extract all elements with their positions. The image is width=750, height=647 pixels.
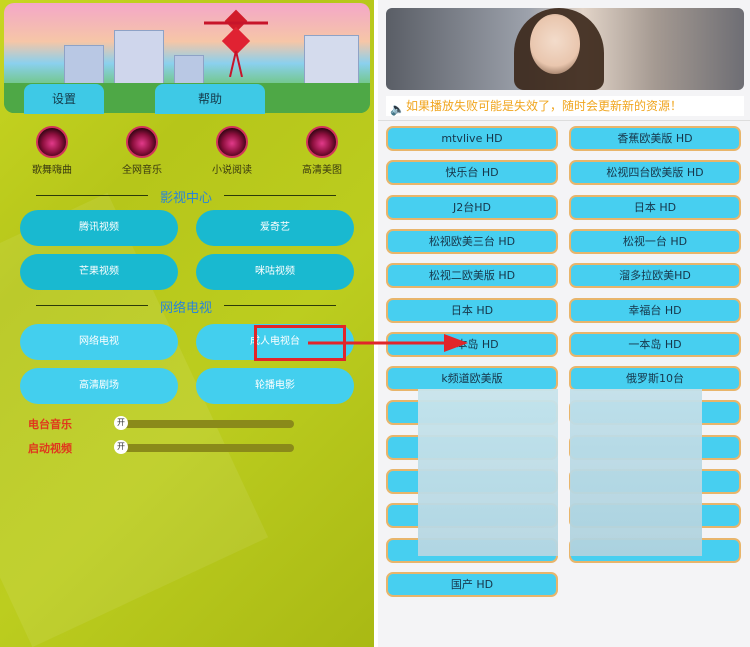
tencent-video-button[interactable]: 腾讯视频 — [20, 210, 178, 246]
migu-video-button[interactable]: 咪咕视频 — [196, 254, 354, 290]
channel-button[interactable]: 松视四台欧美版 HD — [569, 160, 741, 186]
divider — [378, 120, 750, 121]
section-title-video: 影视中心 — [36, 187, 336, 206]
radio-music-toggle-knob[interactable]: 开 — [114, 416, 128, 430]
menu-item-novel[interactable] — [212, 126, 252, 160]
settings-button[interactable]: 设置 — [24, 84, 104, 114]
channel-button[interactable]: 幸福台 HD — [569, 297, 741, 323]
image-ring-icon — [306, 126, 338, 158]
section-title-tv: 网络电视 — [36, 297, 336, 316]
music-ring-icon — [36, 126, 68, 158]
radio-music-toggle[interactable] — [118, 420, 294, 428]
right-banner-image — [386, 8, 744, 90]
left-app-panel: 设置 帮助 歌舞嗨曲 全网音乐 小说阅读 高清美图 影视中心 腾讯视频 爱奇艺 … — [0, 0, 374, 647]
menu-label-novel: 小说阅读 — [212, 165, 252, 176]
music-ring-icon — [126, 126, 158, 158]
channel-button[interactable]: 松视一台 HD — [569, 228, 741, 254]
channel-button[interactable]: 一本岛 HD — [569, 331, 741, 357]
iqiyi-button[interactable]: 爱奇艺 — [196, 210, 354, 246]
channel-button[interactable]: 日本 HD — [569, 194, 741, 220]
channel-button[interactable]: mtvlive HD — [386, 126, 558, 151]
book-ring-icon — [216, 126, 248, 158]
menu-item-dance[interactable] — [32, 126, 72, 160]
right-channel-panel: 🔈 如果播放失败可能是失效了，随时会更新新的资源！ mtvlive HD 香蕉欧美… — [378, 0, 750, 647]
speaker-icon: 🔈 — [390, 102, 405, 116]
menu-label-music: 全网音乐 — [122, 165, 162, 176]
channel-button[interactable]: 松视欧美三台 HD — [386, 228, 558, 254]
hd-theater-button[interactable]: 高清剧场 — [20, 368, 178, 404]
startup-video-label: 启动视频 — [28, 442, 72, 455]
menu-item-music[interactable] — [122, 126, 162, 160]
channel-button[interactable]: 香蕉欧美版 HD — [569, 126, 741, 151]
channel-button[interactable]: 快乐台 HD — [386, 160, 558, 186]
startup-video-toggle[interactable] — [118, 444, 294, 452]
radio-music-label: 电台音乐 — [28, 418, 72, 431]
startup-video-toggle-knob[interactable]: 开 — [114, 440, 128, 454]
channel-button[interactable]: 松视二欧美版 HD — [386, 263, 558, 289]
channel-button[interactable]: 俄罗斯10台 — [569, 366, 741, 392]
help-button[interactable]: 帮助 — [155, 84, 265, 114]
channel-button[interactable]: 国产 HD — [386, 571, 558, 597]
channel-button[interactable]: J2台HD — [386, 194, 558, 220]
channel-button[interactable]: 溜多拉欧美HD — [569, 263, 741, 289]
mango-video-button[interactable]: 芒果视频 — [20, 254, 178, 290]
menu-item-photos[interactable] — [302, 126, 342, 160]
notice-text: 如果播放失败可能是失效了，随时会更新新的资源！ — [406, 99, 683, 113]
arrow-icon — [308, 334, 468, 352]
notice-bar: 🔈 如果播放失败可能是失效了，随时会更新新的资源！ — [386, 96, 744, 116]
blur-overlay-right — [570, 389, 702, 556]
channel-button[interactable]: 日本 HD — [386, 297, 558, 323]
channel-button[interactable]: k频道欧美版 — [386, 366, 558, 392]
menu-label-photos: 高清美图 — [302, 165, 342, 176]
network-tv-button[interactable]: 网络电视 — [20, 324, 178, 360]
blur-overlay-left — [418, 389, 558, 556]
carousel-movie-button[interactable]: 轮播电影 — [196, 368, 354, 404]
chinese-knot-icon — [204, 9, 268, 77]
menu-label-dance: 歌舞嗨曲 — [32, 165, 72, 176]
